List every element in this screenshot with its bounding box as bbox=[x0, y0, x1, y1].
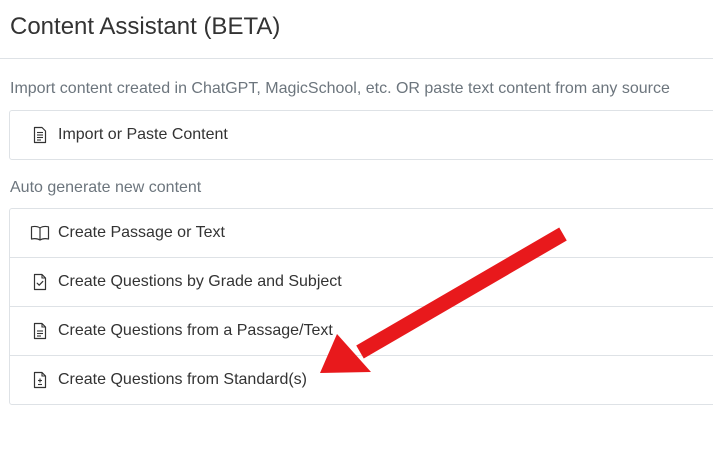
document-check-icon bbox=[30, 272, 50, 292]
document-plus-minus-icon bbox=[30, 370, 50, 390]
page-title: Content Assistant (BETA) bbox=[10, 13, 281, 40]
import-options-list: Import or Paste Content bbox=[9, 110, 713, 160]
document-text-icon bbox=[30, 321, 50, 341]
create-passage-item[interactable]: Create Passage or Text bbox=[10, 209, 713, 258]
create-questions-from-standards-label: Create Questions from Standard(s) bbox=[58, 371, 307, 388]
create-questions-by-grade-label: Create Questions by Grade and Subject bbox=[58, 273, 342, 290]
open-book-icon bbox=[30, 223, 50, 243]
import-or-paste-content-label: Import or Paste Content bbox=[58, 126, 228, 143]
create-questions-by-grade-item[interactable]: Create Questions by Grade and Subject bbox=[10, 258, 713, 307]
create-questions-from-standards-item[interactable]: Create Questions from Standard(s) bbox=[10, 356, 713, 404]
create-questions-from-passage-item[interactable]: Create Questions from a Passage/Text bbox=[10, 307, 713, 356]
create-questions-from-passage-label: Create Questions from a Passage/Text bbox=[58, 322, 333, 339]
panel-header: Content Assistant (BETA) bbox=[0, 0, 713, 59]
auto-generate-options-list: Create Passage or Text Create Questions … bbox=[9, 208, 713, 405]
content-assistant-panel: Content Assistant (BETA) Import content … bbox=[0, 0, 713, 460]
import-section-description: Import content created in ChatGPT, Magic… bbox=[10, 80, 670, 97]
auto-section-description: Auto generate new content bbox=[10, 179, 202, 196]
import-or-paste-content-item[interactable]: Import or Paste Content bbox=[10, 111, 713, 159]
document-lines-icon bbox=[30, 125, 50, 145]
create-passage-label: Create Passage or Text bbox=[58, 224, 225, 241]
